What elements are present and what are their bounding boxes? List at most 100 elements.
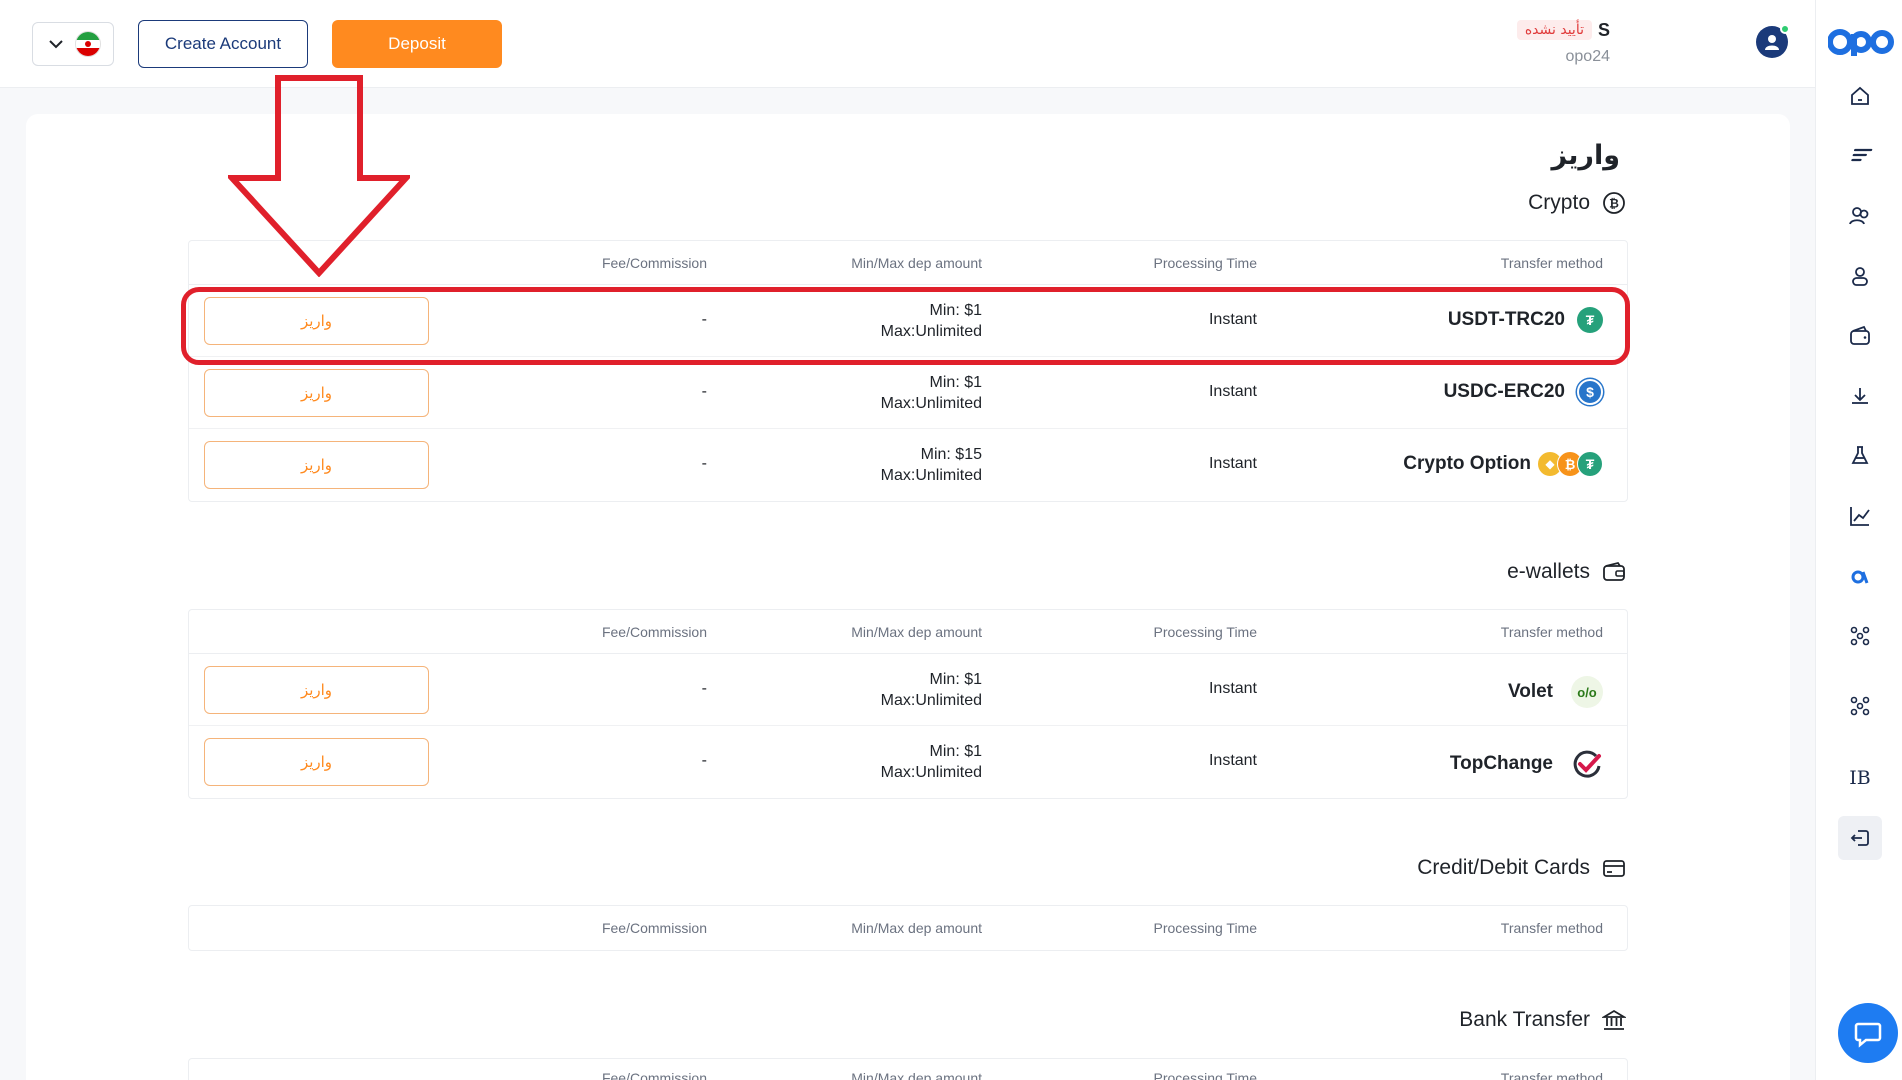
column-header-processing: Processing Time bbox=[1153, 255, 1257, 271]
nav-lab[interactable] bbox=[1838, 434, 1882, 478]
fee-cell: - bbox=[701, 680, 707, 697]
nav-referrals[interactable] bbox=[1838, 194, 1882, 238]
table-header: Fee/Commission Min/Max dep amount Proces… bbox=[189, 610, 1627, 654]
column-header-fee: Fee/Commission bbox=[601, 255, 707, 271]
verification-status-badge: تأیید نشده bbox=[1516, 20, 1592, 40]
tether-icon: ₮ bbox=[1577, 307, 1603, 333]
usdc-icon: $ bbox=[1577, 379, 1603, 405]
nav-logout[interactable] bbox=[1838, 816, 1882, 860]
svg-text:₿: ₿ bbox=[1609, 197, 1619, 211]
ewallets-table: Fee/Commission Min/Max dep amount Proces… bbox=[188, 609, 1628, 799]
column-header-method: Transfer method bbox=[1500, 255, 1603, 271]
minmax-cell: Min: $1 Max:Unlimited bbox=[880, 743, 982, 781]
fee-cell: - bbox=[701, 752, 707, 769]
crypto-table: Fee/Commission Min/Max dep amount Proces… bbox=[188, 240, 1628, 502]
section-header-ewallets: e-wallets bbox=[1507, 560, 1626, 584]
topchange-icon bbox=[1573, 750, 1601, 778]
alpha-icon bbox=[1851, 570, 1869, 584]
nav-deposit[interactable] bbox=[1838, 374, 1882, 418]
processing-cell: Instant bbox=[1208, 383, 1257, 400]
user-id: opo24 bbox=[1565, 48, 1611, 65]
deposit-row-button[interactable]: واریز bbox=[204, 297, 429, 345]
create-account-button[interactable]: Create Account bbox=[138, 20, 308, 68]
processing-cell: Instant bbox=[1208, 455, 1257, 472]
bank-icon bbox=[1602, 1009, 1626, 1030]
table-row: واریز - Min: $1 Max:Unlimited Instant Top… bbox=[189, 726, 1627, 798]
column-header-processing: Processing Time bbox=[1153, 920, 1257, 936]
users-icon bbox=[1849, 207, 1869, 225]
method-name: USDC-ERC20 bbox=[1443, 381, 1565, 402]
processing-cell: Instant bbox=[1208, 752, 1257, 769]
deposit-row-button[interactable]: واریز bbox=[204, 666, 429, 714]
page-title: واریز bbox=[1551, 140, 1620, 171]
download-icon bbox=[1852, 388, 1868, 404]
user-icon bbox=[1765, 35, 1779, 50]
table-header: Fee/Commission Min/Max dep amount Proces… bbox=[189, 906, 1627, 950]
bank-table: Fee/Commission Min/Max dep amount Proces… bbox=[188, 1058, 1628, 1080]
nav-wallet[interactable] bbox=[1838, 314, 1882, 358]
chat-bubble-icon bbox=[1854, 1022, 1882, 1048]
minmax-cell: Min: $1 Max:Unlimited bbox=[880, 302, 982, 340]
fee-cell: - bbox=[701, 311, 707, 328]
minmax-cell: Min: $1 Max:Unlimited bbox=[880, 671, 982, 709]
deposit-row-button[interactable]: واریز bbox=[204, 738, 429, 786]
nav-ib[interactable]: IB bbox=[1838, 756, 1882, 800]
user-initial: S bbox=[1597, 19, 1610, 40]
section-title: Credit/Debit Cards bbox=[1417, 856, 1590, 879]
line-chart-icon bbox=[1850, 507, 1870, 526]
ib-label: IB bbox=[1849, 767, 1871, 789]
column-header-processing: Processing Time bbox=[1153, 624, 1257, 640]
crypto-coins-icon: ◆ ₿ ₮ bbox=[1537, 451, 1603, 477]
table-row: واریز - Min: $15 Max:Unlimited Instant Cr… bbox=[189, 429, 1627, 501]
fee-cell: - bbox=[701, 383, 707, 400]
tether-icon: ₮ bbox=[1577, 451, 1603, 477]
flask-icon bbox=[1851, 446, 1869, 464]
processing-cell: Instant bbox=[1208, 680, 1257, 697]
opo-logo-icon[interactable] bbox=[1828, 22, 1894, 62]
deposit-row-button[interactable]: واریز bbox=[204, 369, 429, 417]
language-select[interactable] bbox=[32, 22, 114, 66]
volet-icon: o/o bbox=[1571, 676, 1603, 708]
avatar[interactable] bbox=[1756, 24, 1790, 58]
nav-analytics[interactable] bbox=[1838, 494, 1882, 538]
sidebar: IB bbox=[1815, 0, 1902, 1080]
chevron-down-icon bbox=[49, 40, 63, 49]
user-info[interactable]: تأیید نشده S opo24 bbox=[1480, 16, 1610, 66]
section-header-crypto: Crypto ₿ bbox=[1528, 191, 1626, 215]
section-title: Bank Transfer bbox=[1459, 1008, 1590, 1031]
column-header-minmax: Min/Max dep amount bbox=[851, 1070, 982, 1080]
nav-profile[interactable] bbox=[1838, 254, 1882, 298]
top-bar: Create Account Deposit تأیید نشده S opo2… bbox=[0, 0, 1815, 88]
column-header-method: Transfer method bbox=[1500, 1070, 1603, 1080]
deposit-button[interactable]: Deposit bbox=[332, 20, 502, 68]
column-header-processing: Processing Time bbox=[1153, 1070, 1257, 1080]
home-icon bbox=[1851, 86, 1869, 105]
method-cell: Volet o/o bbox=[1508, 676, 1603, 708]
wallet-icon bbox=[1850, 325, 1870, 345]
fee-cell: - bbox=[701, 455, 707, 472]
nav-home[interactable] bbox=[1838, 74, 1882, 118]
nav-network-2[interactable] bbox=[1838, 684, 1882, 728]
column-header-fee: Fee/Commission bbox=[601, 1070, 707, 1080]
section-title: e-wallets bbox=[1507, 560, 1590, 583]
table-row: واریز - Min: $1 Max:Unlimited Instant USD… bbox=[189, 285, 1627, 357]
chat-button[interactable] bbox=[1838, 1003, 1898, 1063]
minmax-cell: Min: $15 Max:Unlimited bbox=[880, 446, 982, 484]
column-header-minmax: Min/Max dep amount bbox=[851, 920, 982, 936]
deposit-row-button[interactable]: واریز bbox=[204, 441, 429, 489]
method-cell: USDT-TRC20 ₮ bbox=[1448, 307, 1603, 333]
network-icon bbox=[1850, 696, 1870, 716]
nav-trading[interactable] bbox=[1838, 134, 1882, 178]
method-cell: TopChange bbox=[1450, 748, 1603, 780]
iran-flag-icon bbox=[75, 31, 101, 57]
nav-alpha[interactable] bbox=[1838, 554, 1882, 598]
table-header: Fee/Commission Min/Max dep amount Proces… bbox=[189, 1059, 1627, 1080]
section-header-cards: Credit/Debit Cards bbox=[1417, 856, 1626, 880]
method-name: USDT-TRC20 bbox=[1447, 309, 1565, 330]
method-name: Crypto Option bbox=[1403, 453, 1531, 474]
method-cell: USDC-ERC20 $ bbox=[1444, 379, 1603, 405]
nav-network-1[interactable] bbox=[1838, 614, 1882, 658]
method-cell: Crypto Option ◆ ₿ ₮ bbox=[1403, 451, 1603, 477]
credit-card-icon bbox=[1603, 860, 1625, 877]
bitcoin-circle-icon: ₿ bbox=[1603, 192, 1625, 214]
